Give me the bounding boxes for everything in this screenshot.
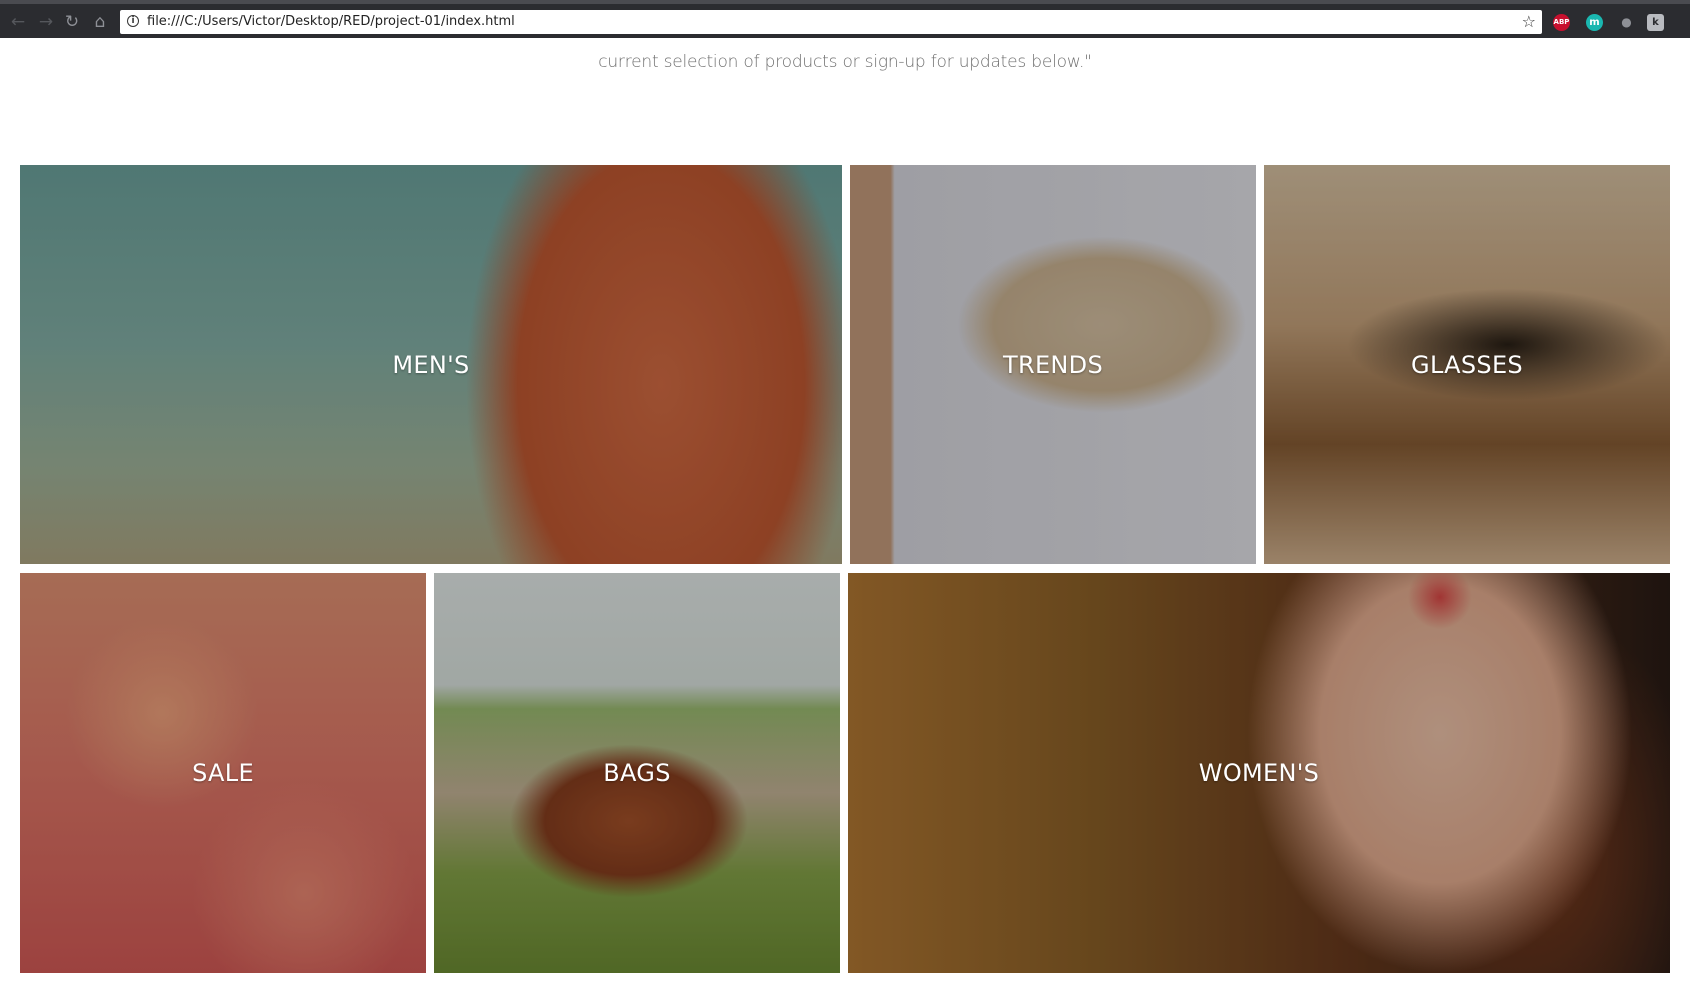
adblock-extension-icon[interactable]: ABP <box>1553 14 1570 31</box>
category-tile-mens[interactable]: MEN'S <box>20 165 842 564</box>
intro-text-clipped-line <box>0 38 1690 46</box>
forward-icon[interactable]: → <box>36 12 56 32</box>
browser-toolbar: ← → ↻ ⌂ i file:///C:/Users/Victor/Deskto… <box>0 0 1690 38</box>
category-label: MEN'S <box>392 350 470 379</box>
intro-text: current selection of products or sign-up… <box>598 52 1092 72</box>
category-tile-sale[interactable]: SALE <box>20 573 426 973</box>
category-tile-trends[interactable]: TRENDS <box>850 165 1256 564</box>
category-label: SALE <box>192 759 254 787</box>
category-tile-bags[interactable]: BAGS <box>434 573 840 973</box>
extension-icon[interactable]: ● <box>1618 14 1635 31</box>
m-extension-icon[interactable]: m <box>1586 14 1603 31</box>
home-icon[interactable]: ⌂ <box>90 12 110 32</box>
category-label: TRENDS <box>1003 350 1103 379</box>
reload-icon[interactable]: ↻ <box>62 12 82 32</box>
back-icon[interactable]: ← <box>8 12 28 32</box>
url-text[interactable]: file:///C:/Users/Victor/Desktop/RED/proj… <box>147 10 515 34</box>
info-icon[interactable]: i <box>127 15 139 27</box>
address-bar[interactable]: i file:///C:/Users/Victor/Desktop/RED/pr… <box>120 10 1542 34</box>
bookmark-star-icon[interactable]: ☆ <box>1522 12 1536 32</box>
category-label: WOMEN'S <box>1198 759 1320 787</box>
k-extension-icon[interactable]: k <box>1647 14 1664 31</box>
category-label: GLASSES <box>1411 350 1523 379</box>
category-tile-glasses[interactable]: GLASSES <box>1264 165 1670 564</box>
category-tile-womens[interactable]: WOMEN'S <box>848 573 1670 973</box>
category-label: BAGS <box>603 759 671 787</box>
